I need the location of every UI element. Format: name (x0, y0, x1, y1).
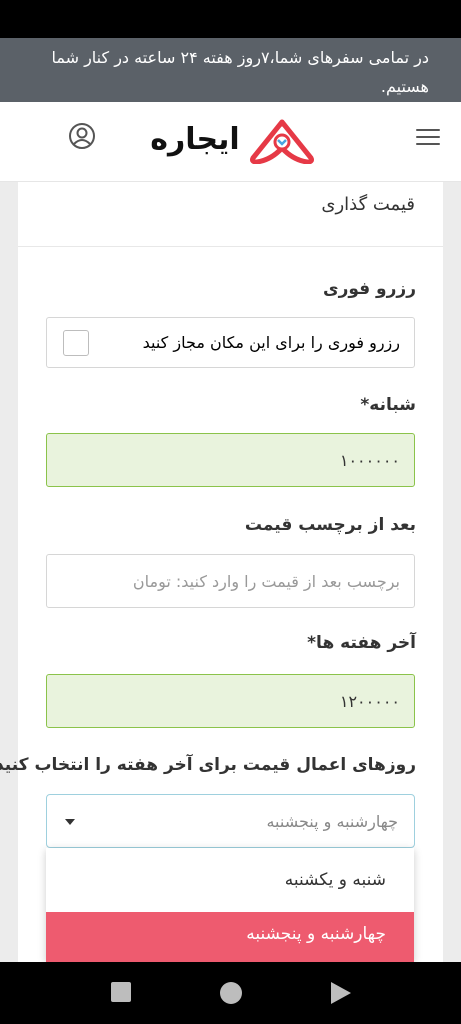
status-bar (0, 0, 461, 38)
home-icon[interactable] (220, 982, 242, 1004)
instant-booking-checkbox-label: رزرو فوری را برای این مکان مجاز کنید (142, 333, 400, 352)
nightly-price-input[interactable]: ۱۰۰۰۰۰۰ (46, 433, 415, 487)
recent-apps-icon[interactable] (111, 982, 131, 1002)
price-suffix-placeholder: برچسب بعد از قیمت را وارد کنید: تومان (132, 571, 400, 591)
nightly-price-value: ۱۰۰۰۰۰۰ (339, 450, 400, 470)
instant-booking-field[interactable]: رزرو فوری را برای این مکان مجاز کنید (46, 317, 415, 368)
card-title: قیمت گذاری (321, 194, 415, 215)
instant-booking-label: رزرو فوری (322, 279, 416, 299)
logo-mark-icon (250, 119, 314, 164)
back-icon[interactable] (331, 982, 351, 1004)
app-header: ایجاره (0, 102, 461, 182)
weekend-price-input[interactable]: ۱۲۰۰۰۰۰ (46, 674, 415, 728)
card-header: قیمت گذاری (18, 182, 443, 247)
instant-booking-checkbox[interactable] (63, 330, 89, 356)
chevron-down-icon (65, 819, 75, 825)
app-logo[interactable]: ایجاره (145, 118, 317, 168)
weekend-days-dropdown: شنبه و یکشنبه چهارشنبه و پنجشنبه (46, 848, 414, 962)
weekend-price-label: آخر هفته ها* (307, 633, 416, 653)
system-nav-bar (0, 962, 461, 1024)
info-banner: در تمامی سفرهای شما،۷روز هفته ۲۴ ساعته د… (0, 38, 461, 102)
banner-text: در تمامی سفرهای شما،۷روز هفته ۲۴ ساعته د… (51, 48, 429, 96)
user-account-icon[interactable] (68, 122, 96, 150)
weekend-days-label: روزهای اعمال قیمت برای آخر هفته را انتخا… (0, 755, 416, 775)
logo-text: ایجاره (150, 122, 240, 157)
weekend-days-select[interactable]: چهارشنبه و پنجشنبه (46, 794, 415, 848)
nightly-price-label: شبانه* (360, 395, 416, 415)
price-suffix-label: بعد از برچسب قیمت (244, 515, 416, 535)
weekend-days-selected: چهارشنبه و پنجشنبه (266, 811, 398, 831)
dropdown-option[interactable]: شنبه و یکشنبه (46, 848, 414, 912)
weekend-price-value: ۱۲۰۰۰۰۰ (339, 691, 400, 711)
price-suffix-input[interactable]: برچسب بعد از قیمت را وارد کنید: تومان (46, 554, 415, 608)
dropdown-option-selected[interactable]: چهارشنبه و پنجشنبه (46, 912, 414, 962)
hamburger-menu-icon[interactable] (416, 129, 440, 147)
